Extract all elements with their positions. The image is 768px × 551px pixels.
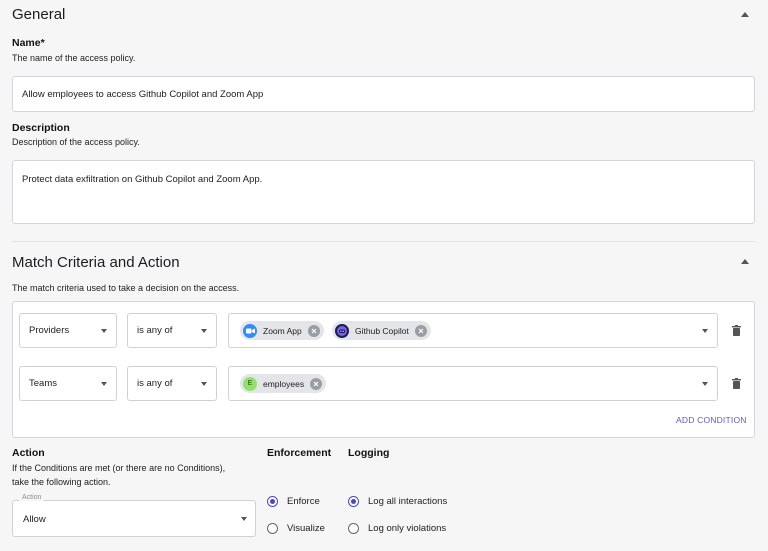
action-helper-line1: If the Conditions are met (or there are … [12, 463, 226, 473]
radio-selected[interactable] [267, 496, 278, 507]
action-select-legend: Action [19, 494, 45, 501]
logging-option-violations[interactable]: Log only violations [348, 523, 446, 534]
general-section-title: General [12, 6, 66, 23]
chip-employees[interactable]: E employees [240, 374, 327, 393]
chip-label: employees [263, 378, 305, 389]
name-helper: The name of the access policy. [12, 53, 136, 63]
chip-label: Zoom App [263, 325, 302, 336]
enforcement-label: Enforcement [267, 447, 332, 459]
close-icon[interactable] [310, 377, 323, 390]
enforcement-option-label: Visualize [287, 523, 325, 534]
condition-field-value: Providers [29, 325, 70, 336]
close-icon[interactable] [414, 324, 427, 337]
radio-unselected[interactable] [267, 523, 278, 534]
chevron-down-icon [201, 381, 207, 386]
delete-condition-icon[interactable] [732, 378, 741, 389]
radio-unselected[interactable] [348, 523, 359, 534]
description-label: Description [12, 122, 70, 134]
description-field[interactable]: Protect data exfiltration on Github Copi… [12, 160, 755, 224]
name-field[interactable]: Allow employees to access Github Copilot… [12, 76, 755, 112]
logging-option-all[interactable]: Log all interactions [348, 496, 447, 507]
condition-field-select[interactable]: Teams [19, 366, 117, 401]
name-label: Name* [12, 37, 45, 49]
add-condition-button[interactable]: ADD CONDITION [676, 415, 747, 425]
enforcement-option-label: Enforce [287, 496, 320, 507]
enforcement-option-visualize[interactable]: Visualize [267, 523, 325, 534]
description-field-value: Protect data exfiltration on Github Copi… [22, 174, 263, 185]
chevron-down-icon [702, 328, 708, 333]
logging-option-label: Log only violations [368, 523, 447, 534]
criteria-helper: The match criteria used to take a decisi… [12, 283, 240, 293]
chevron-down-icon [101, 381, 107, 386]
delete-condition-icon[interactable] [732, 325, 741, 336]
condition-operator-select[interactable]: is any of [127, 366, 217, 401]
logging-option-label: Log all interactions [368, 496, 448, 507]
condition-field-select[interactable]: Providers [19, 313, 117, 348]
action-select[interactable]: Allow [12, 500, 256, 537]
action-label: Action [12, 447, 45, 459]
team-avatar: E [243, 376, 257, 391]
zoom-app-icon [243, 323, 257, 338]
chevron-down-icon [201, 328, 207, 333]
chevron-down-icon [241, 517, 247, 521]
condition-field-value: Teams [29, 378, 57, 389]
collapse-general-icon[interactable] [741, 12, 749, 17]
action-select-value: Allow [23, 514, 46, 525]
enforcement-option-enforce[interactable]: Enforce [267, 496, 320, 507]
github-copilot-icon [335, 323, 349, 338]
condition-operator-value: is any of [137, 325, 173, 336]
condition-operator-select[interactable]: is any of [127, 313, 217, 348]
chevron-down-icon [101, 328, 107, 333]
chip-zoom-app[interactable]: Zoom App [240, 321, 324, 340]
section-divider [12, 241, 755, 242]
radio-selected[interactable] [348, 496, 359, 507]
chip-github-copilot[interactable]: Github Copilot [332, 321, 431, 340]
close-icon[interactable] [307, 324, 320, 337]
chip-label: Github Copilot [355, 325, 409, 336]
name-field-value: Allow employees to access Github Copilot… [22, 89, 264, 100]
condition-operator-value: is any of [137, 378, 173, 389]
action-helper-line2: take the following action. [12, 477, 111, 487]
chevron-down-icon [702, 381, 708, 386]
collapse-criteria-icon[interactable] [741, 259, 749, 264]
logging-label: Logging [348, 447, 390, 459]
description-helper: Description of the access policy. [12, 137, 140, 147]
criteria-section-title: Match Criteria and Action [12, 254, 180, 271]
